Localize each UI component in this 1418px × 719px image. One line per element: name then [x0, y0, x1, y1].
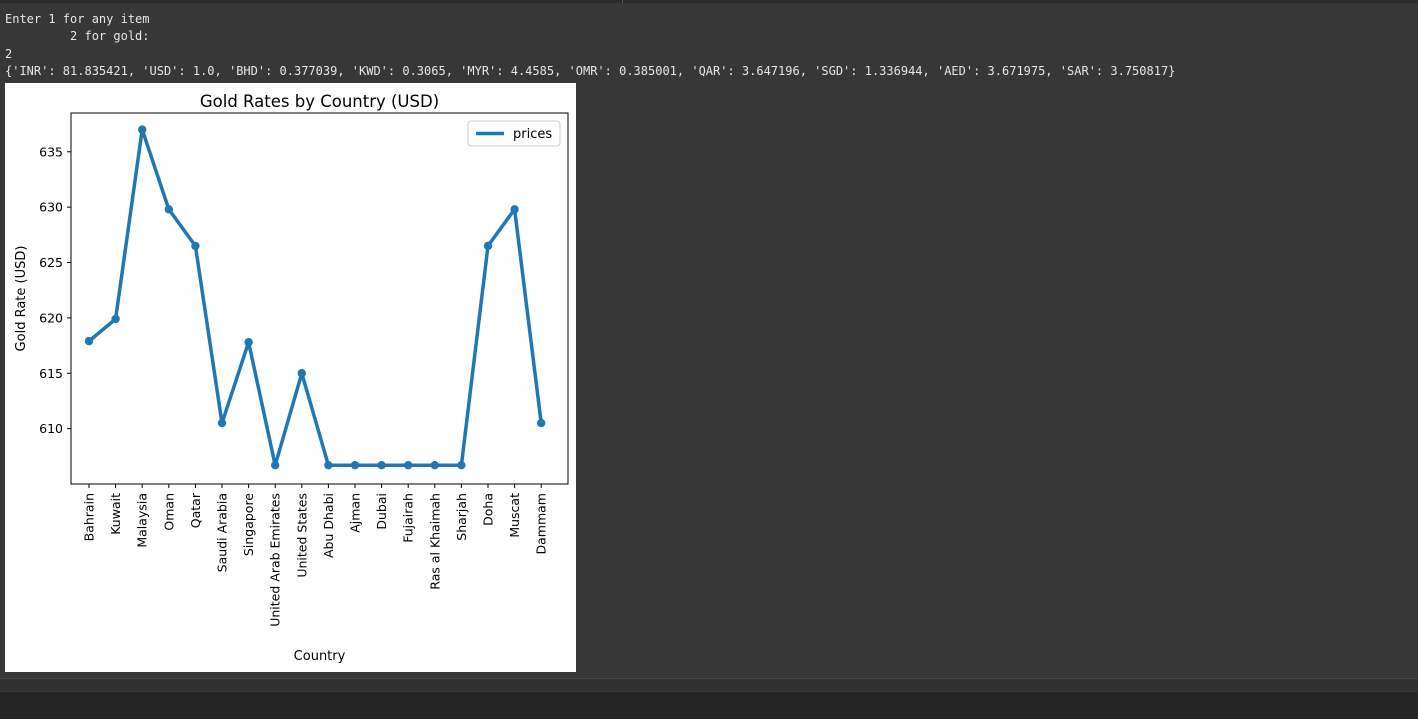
data-point — [244, 338, 253, 347]
data-point — [324, 460, 333, 470]
console-footer — [0, 678, 1418, 691]
console-line-prompt-option: 2 for gold: — [5, 29, 150, 43]
data-point — [350, 460, 360, 470]
x-axis-label: Country — [294, 649, 346, 664]
x-tick-label: Doha — [481, 493, 496, 526]
data-point — [510, 205, 519, 214]
x-tick-label: Ajman — [348, 493, 363, 533]
y-tick-label: 615 — [39, 366, 63, 381]
status-bar — [0, 691, 1418, 719]
x-tick-label: Abu Dhabi — [321, 493, 336, 558]
x-tick-label: Fujairah — [401, 493, 416, 543]
x-tick-label: United Arab Emirates — [268, 493, 283, 627]
console-line-input: 2 — [5, 47, 13, 61]
x-tick-label: Singapore — [241, 493, 256, 556]
chart-figure: Gold Rates by Country (USD) 610 615 620 625 6… — [5, 83, 576, 672]
x-tick-label: Bahrain — [82, 493, 97, 541]
data-point — [483, 241, 493, 251]
x-tick-label: Dammam — [534, 493, 549, 554]
data-point — [217, 418, 227, 428]
x-tick-label: Saudi Arabia — [215, 493, 230, 572]
y-tick-label: 635 — [39, 144, 63, 159]
data-point — [84, 336, 94, 346]
x-tick-label: United States — [294, 493, 309, 578]
data-point — [377, 460, 386, 470]
y-tick-label: 620 — [39, 310, 63, 325]
y-tick-label: 625 — [39, 255, 63, 270]
data-point — [271, 460, 280, 470]
data-point — [297, 369, 306, 378]
x-tick-label: Qatar — [188, 492, 203, 528]
x-tick-label: Dubai — [374, 493, 389, 530]
legend-label-prices: prices — [513, 127, 552, 142]
x-tick-label: Malaysia — [135, 493, 150, 548]
data-point — [164, 205, 173, 214]
y-tick-label: 630 — [39, 200, 63, 215]
x-tick-label: Sharjah — [454, 493, 469, 541]
x-tick-label: Muscat — [507, 493, 522, 538]
data-point — [457, 460, 466, 470]
data-point — [191, 241, 200, 251]
y-tick-label: 610 — [39, 421, 63, 436]
x-tick-label: Oman — [161, 493, 176, 531]
console-line-rates-dict: {'INR': 81.835421, 'USD': 1.0, 'BHD': 0.… — [5, 64, 1176, 78]
data-point — [111, 314, 120, 324]
chart-title: Gold Rates by Country (USD) — [200, 92, 439, 111]
series-line-prices — [87, 127, 543, 467]
data-point — [537, 418, 546, 428]
x-tick-label: Ras al Khaimah — [427, 493, 442, 590]
x-tick-label: Kuwait — [108, 493, 123, 535]
y-axis-label: Gold Rate (USD) — [14, 246, 29, 352]
data-point — [404, 460, 413, 470]
gold-rates-chart: Gold Rates by Country (USD) 610 615 620 625 6… — [14, 92, 569, 664]
console-line-prompt: Enter 1 for any item — [5, 12, 150, 26]
data-point — [138, 125, 147, 134]
output-console[interactable]: Enter 1 for any item 2 for gold: 2 {'INR… — [0, 3, 1418, 678]
data-point — [430, 460, 439, 470]
